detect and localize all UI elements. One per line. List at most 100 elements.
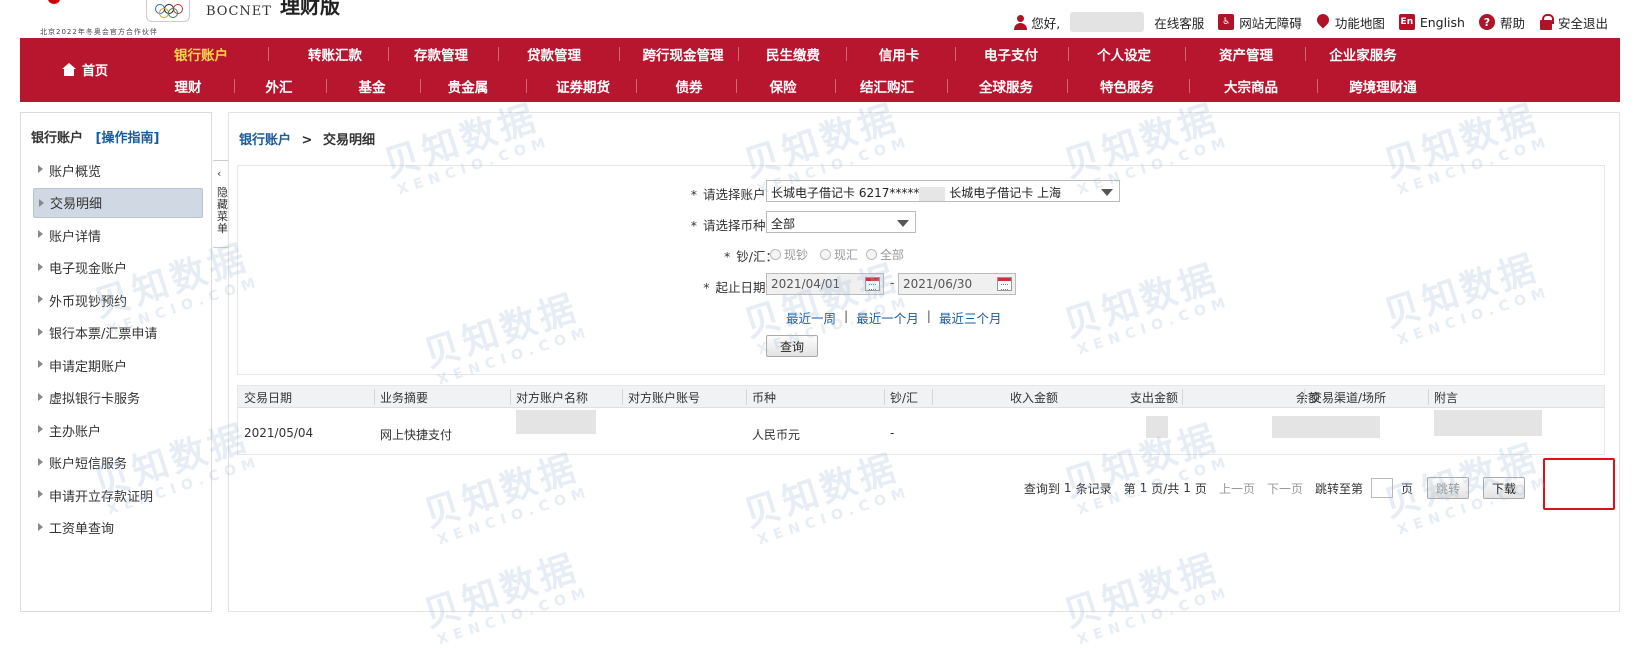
quick-sep: | bbox=[844, 308, 849, 323]
pager-page-mid: 页/共 bbox=[1151, 481, 1180, 496]
nav-secondary-item-6[interactable]: 保险 bbox=[770, 76, 797, 96]
sidebar-item-2[interactable]: 账户详情 bbox=[33, 220, 203, 250]
nav-primary-item-0[interactable]: 银行账户 bbox=[174, 44, 228, 64]
quick-range-row: 最近一周 | 最近一个月 | 最近三个月 bbox=[238, 306, 1604, 330]
column-header-3: 对方账户账号 bbox=[628, 391, 701, 405]
radio-all[interactable]: 全部 bbox=[866, 246, 904, 263]
nav-row-primary: 银行账户 转账汇款 存款管理 贷款管理 跨行现金管理 民生缴费 信用卡 电子支付 个人设定 资产管… bbox=[20, 38, 1620, 68]
next-page-link[interactable]: 下一页 bbox=[1267, 480, 1303, 497]
nav-primary-item-8[interactable]: 个人设定 bbox=[1097, 44, 1151, 64]
breadcrumb-parent[interactable]: 银行账户 bbox=[239, 133, 291, 148]
sidebar-item-1[interactable]: 交易明细 bbox=[33, 187, 203, 218]
quick-range-links: 最近一周 | 最近一个月 | 最近三个月 bbox=[786, 308, 1001, 327]
function-map-label: 功能地图 bbox=[1334, 15, 1385, 31]
currency-value: 全部 bbox=[771, 217, 796, 231]
sidebar-item-7[interactable]: 虚拟银行卡服务 bbox=[33, 383, 203, 413]
nav-secondary-item-1[interactable]: 外汇 bbox=[266, 76, 293, 96]
function-map-link[interactable]: 功能地图 bbox=[1316, 13, 1385, 32]
user-links: 您好, 在线客服 ♿ 网站无障碍 功能地图 En English ? 帮助 安全… bbox=[1013, 12, 1608, 32]
end-date-input[interactable]: 2021/06/30 bbox=[898, 273, 1016, 295]
nav-primary-item-7[interactable]: 电子支付 bbox=[984, 44, 1038, 64]
balance-channel-masked bbox=[1272, 416, 1380, 438]
nav-separator bbox=[946, 79, 948, 93]
column-divider bbox=[622, 389, 623, 405]
pager-summary-prefix: 查询到 bbox=[1023, 481, 1060, 496]
english-link[interactable]: En English bbox=[1398, 14, 1465, 30]
cell-date: 2021/05/04 bbox=[244, 426, 314, 440]
sidebar-item-4[interactable]: 外币现钞预约 bbox=[33, 285, 203, 315]
cell-currency: 人民币元 bbox=[752, 428, 801, 442]
radio-cash[interactable]: 现钞 bbox=[770, 246, 808, 263]
sidebar-item-9[interactable]: 账户短信服务 bbox=[33, 448, 203, 478]
sidebar-item-6[interactable]: 申请定期账户 bbox=[33, 350, 203, 380]
accessibility-link[interactable]: ♿ 网站无障碍 bbox=[1218, 13, 1302, 32]
sidebar-item-10[interactable]: 申请开立存款证明 bbox=[33, 480, 203, 510]
pager-current-page: 1 bbox=[1139, 481, 1148, 495]
last-week-link[interactable]: 最近一周 bbox=[786, 308, 836, 327]
pagination: 查询到 1 条记录 第 1 页/共 1 页 上一页 下一页 跳转至第 页 跳转 … bbox=[1024, 477, 1525, 499]
sidebar-item-5[interactable]: 银行本票/汇票申请 bbox=[33, 318, 203, 348]
nav-separator bbox=[1189, 79, 1190, 93]
nav-secondary-item-10[interactable]: 大宗商品 bbox=[1224, 76, 1278, 96]
jump-label: 跳转至第 bbox=[1314, 481, 1363, 496]
expense-masked bbox=[1146, 416, 1168, 438]
nav-primary-item-6[interactable]: 信用卡 bbox=[879, 44, 920, 64]
pager-page-suffix: 页 bbox=[1194, 481, 1207, 496]
quick-sep: | bbox=[926, 308, 931, 323]
jump-page-input[interactable] bbox=[1370, 478, 1393, 498]
breadcrumb-separator: > bbox=[301, 133, 313, 148]
account-label: * 请选择账户： bbox=[690, 187, 778, 202]
nav-separator bbox=[1066, 79, 1068, 93]
nav-secondary-item-5[interactable]: 债券 bbox=[676, 76, 703, 96]
column-divider bbox=[932, 389, 933, 405]
prev-page-link[interactable]: 上一页 bbox=[1219, 480, 1255, 497]
nav-secondary-item-3[interactable]: 贵金属 bbox=[448, 76, 489, 96]
nav-secondary-item-11[interactable]: 跨境理财通 bbox=[1349, 76, 1417, 96]
nav-primary-item-3[interactable]: 贷款管理 bbox=[527, 44, 581, 64]
last-month-link[interactable]: 最近一个月 bbox=[856, 308, 919, 327]
calendar-icon[interactable] bbox=[997, 277, 1012, 291]
nav-secondary-item-8[interactable]: 全球服务 bbox=[979, 76, 1033, 96]
query-button[interactable]: 查询 bbox=[766, 335, 818, 357]
download-button[interactable]: 下载 bbox=[1483, 477, 1525, 499]
collapse-arrow-icon: ‹ bbox=[217, 167, 222, 180]
nav-primary-item-5[interactable]: 民生缴费 bbox=[766, 44, 820, 64]
sidebar-header: 银行账户 [操作指南] bbox=[31, 127, 159, 146]
jump-button[interactable]: 跳转 bbox=[1427, 477, 1469, 499]
nav-secondary-item-9[interactable]: 特色服务 bbox=[1100, 76, 1154, 96]
nav-primary-item-10[interactable]: 企业家服务 bbox=[1329, 44, 1397, 64]
query-form: * 请选择账户： 长城电子借记卡 6217***** 长城电子借记卡 上海 * 请选… bbox=[237, 165, 1605, 375]
partner-text: 北京2022年冬奥会官方合作伙伴 bbox=[40, 28, 158, 36]
nav-separator bbox=[1067, 47, 1069, 61]
nav-secondary-item-0[interactable]: 理财 bbox=[175, 76, 202, 96]
calendar-icon[interactable] bbox=[865, 277, 880, 291]
nav-separator bbox=[1304, 47, 1306, 61]
nav-primary-item-2[interactable]: 存款管理 bbox=[414, 44, 468, 64]
pager-record-count: 1 bbox=[1063, 481, 1072, 495]
nav-secondary-item-4[interactable]: 证券期货 bbox=[556, 76, 610, 96]
nav-primary-item-1[interactable]: 转账汇款 bbox=[308, 44, 362, 64]
last-three-months-link[interactable]: 最近三个月 bbox=[939, 308, 1002, 327]
online-service-link[interactable]: 在线客服 bbox=[1154, 13, 1204, 32]
account-select[interactable]: 长城电子借记卡 6217***** 长城电子借记卡 上海 bbox=[766, 180, 1120, 202]
nav-separator bbox=[636, 79, 637, 93]
table-header: 交易日期 业务摘要 对方账户名称 对方账户账号 币种 钞/汇 收入金额 支出金额 余额 交易渠道/… bbox=[238, 386, 1604, 408]
start-date-input[interactable]: 2021/04/01 bbox=[766, 273, 884, 295]
brand-en: BOCNET bbox=[206, 4, 272, 19]
sidebar-item-0[interactable]: 账户概览 bbox=[33, 155, 203, 185]
column-divider bbox=[1304, 389, 1305, 405]
radio-remit[interactable]: 现汇 bbox=[820, 246, 858, 263]
operation-guide-link[interactable]: [操作指南] bbox=[96, 131, 160, 146]
cell-cash-flag: - bbox=[890, 426, 895, 440]
logout-link[interactable]: 安全退出 bbox=[1539, 13, 1608, 32]
sidebar-item-3[interactable]: 电子现金账户 bbox=[33, 253, 203, 283]
currency-select[interactable]: 全部 bbox=[766, 211, 916, 233]
nav-primary-item-4[interactable]: 跨行现金管理 bbox=[643, 44, 724, 64]
nav-secondary-item-7[interactable]: 结汇购汇 bbox=[860, 76, 914, 96]
sidebar-item-11[interactable]: 工资单查询 bbox=[33, 513, 203, 543]
help-link[interactable]: ? 帮助 bbox=[1478, 13, 1525, 32]
cash-remit-radios: 现钞 现汇 全部 bbox=[770, 246, 904, 263]
sidebar-item-8[interactable]: 主办账户 bbox=[33, 415, 203, 445]
nav-secondary-item-2[interactable]: 基金 bbox=[359, 76, 386, 96]
nav-primary-item-9[interactable]: 资产管理 bbox=[1219, 44, 1273, 64]
